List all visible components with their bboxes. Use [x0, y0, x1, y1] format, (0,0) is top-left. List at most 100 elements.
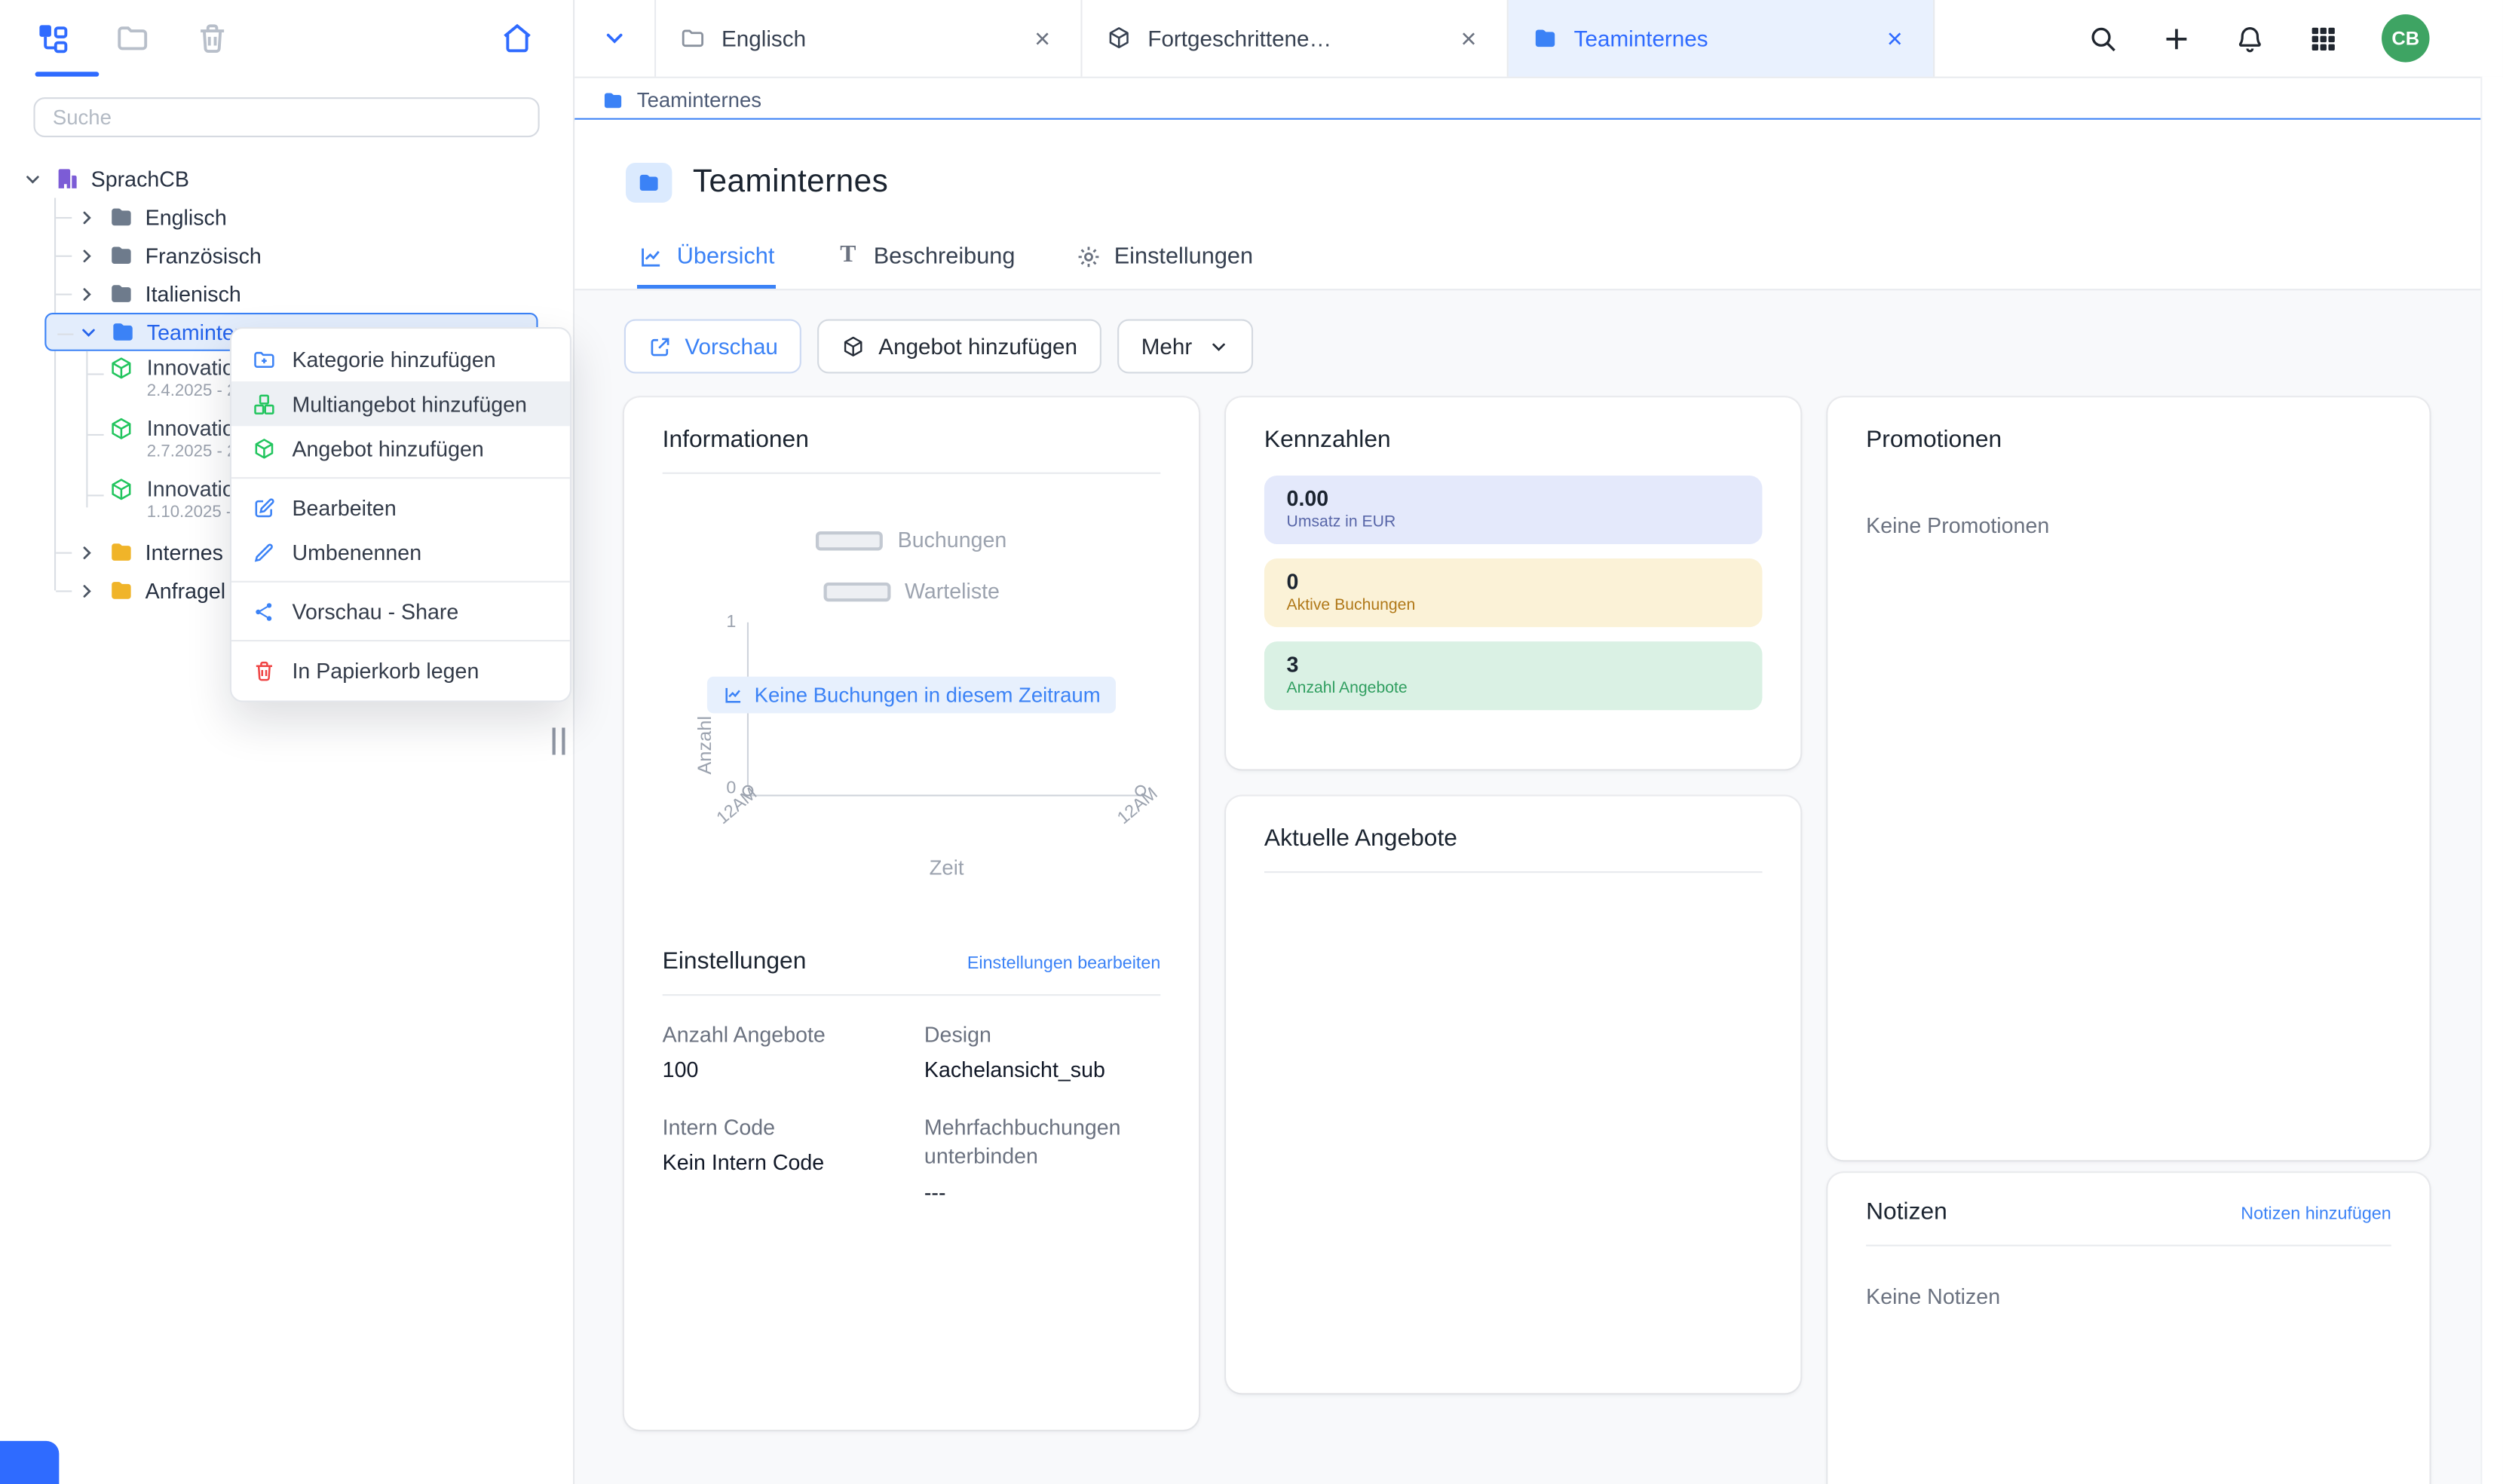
stat-value: 3 — [1287, 653, 1740, 677]
x-tick: 12AM — [713, 785, 761, 829]
vorschau-button[interactable]: Vorschau — [624, 319, 802, 373]
field: Anzahl Angebote 100 — [663, 1021, 899, 1082]
trash-icon[interactable] — [195, 21, 230, 57]
tree-item-italienisch[interactable]: Italienisch — [44, 274, 553, 313]
chevron-right-icon[interactable] — [77, 542, 98, 563]
menu-item-label: Umbenennen — [292, 540, 421, 565]
apps-grid-icon[interactable] — [2308, 23, 2339, 54]
button-label: Mehr — [1141, 334, 1193, 360]
stat-label: Aktive Buchungen — [1287, 597, 1740, 614]
sidebar-toolbar — [0, 0, 573, 77]
legend-item[interactable]: Buchungen — [816, 528, 1007, 552]
tab-englisch[interactable]: Englisch × — [656, 0, 1082, 77]
menu-item-multiangebot-hinzufuegen[interactable]: Multiangebot hinzufügen — [231, 381, 570, 426]
chevron-right-icon[interactable] — [77, 283, 98, 304]
chevron-right-icon[interactable] — [77, 207, 98, 228]
active-tool-underline — [35, 72, 100, 76]
field-value: 100 — [663, 1058, 899, 1082]
menu-divider — [231, 477, 570, 479]
bell-icon[interactable] — [2235, 23, 2265, 54]
page-folder-icon — [626, 163, 672, 203]
chevron-down-icon[interactable] — [23, 168, 44, 189]
page-tabs: Übersicht T Beschreibung Einstellungen — [574, 222, 2503, 289]
share-icon — [253, 599, 277, 623]
context-menu: Kategorie hinzufügen Multiangebot hinzuf… — [230, 327, 571, 702]
cube-icon — [842, 335, 866, 359]
divider — [1264, 871, 1763, 873]
home-icon[interactable] — [500, 21, 535, 57]
card-notizen: Notizen Notizen hinzufügen Keine Notizen — [1827, 1173, 2429, 1483]
offer-text: Innovatio 2.4.2025 - 2 — [147, 356, 237, 402]
button-label: Vorschau — [685, 334, 778, 360]
folder-icon — [109, 281, 134, 307]
external-link-icon — [648, 335, 672, 359]
x-axis-label: Zeit — [747, 855, 1146, 880]
cube-icon — [1106, 26, 1132, 51]
tab-list-dropdown[interactable] — [574, 0, 656, 77]
search-icon[interactable] — [2088, 23, 2118, 54]
chevron-right-icon[interactable] — [77, 245, 98, 266]
tree-view-icon[interactable] — [35, 21, 71, 57]
document-tabbar: Englisch × Fortgeschrittene… × Teaminter… — [574, 0, 2503, 78]
menu-item-umbenennen[interactable]: Umbenennen — [231, 530, 570, 574]
tab-beschreibung[interactable]: T Beschreibung — [834, 228, 1017, 289]
card-title: Aktuelle Angebote — [1264, 825, 1763, 852]
text-icon: T — [835, 243, 861, 270]
breadcrumb: Teaminternes — [574, 78, 2503, 121]
menu-item-angebot-hinzufuegen[interactable]: Angebot hinzufügen — [231, 426, 570, 470]
scrollbar-track[interactable] — [2480, 77, 2503, 1484]
angebot-hinzufuegen-button[interactable]: Angebot hinzufügen — [818, 319, 1101, 373]
folder-icon — [109, 540, 134, 565]
multi-cube-icon — [253, 392, 277, 416]
tree-item-englisch[interactable]: Englisch — [44, 198, 553, 237]
chart-legend: Buchungen Warteliste — [663, 528, 1161, 604]
offer-label: Innovatio — [147, 417, 237, 442]
menu-item-papierkorb[interactable]: In Papierkorb legen — [231, 648, 570, 693]
main-area: Englisch × Fortgeschrittene… × Teaminter… — [574, 0, 2503, 1483]
notizen-hinzufuegen-link[interactable]: Notizen hinzufügen — [2241, 1205, 2391, 1224]
mehr-button[interactable]: Mehr — [1117, 319, 1253, 373]
avatar[interactable]: CB — [2382, 14, 2430, 63]
sidebar-resize-handle[interactable] — [553, 727, 565, 754]
einstellungen-bearbeiten-link[interactable]: Einstellungen bearbeiten — [967, 954, 1160, 973]
folder-icon — [680, 26, 706, 51]
close-icon[interactable]: × — [1880, 22, 1909, 55]
plus-icon[interactable] — [2161, 23, 2192, 54]
y-axis-label: Anzahl — [694, 716, 716, 775]
card-title: Informationen — [663, 426, 1161, 453]
y-tick: 1 — [726, 613, 736, 632]
stat-label: Anzahl Angebote — [1287, 680, 1740, 697]
tree-item-franzoesisch[interactable]: Französisch — [44, 236, 553, 274]
breadcrumb-label[interactable]: Teaminternes — [637, 87, 761, 112]
chart-icon — [639, 243, 664, 269]
search-input[interactable] — [33, 97, 539, 137]
close-icon[interactable]: × — [1454, 22, 1483, 55]
offer-label: Innovatio — [147, 356, 237, 381]
tab-uebersicht[interactable]: Übersicht — [637, 228, 777, 289]
tab-label: Teaminternes — [1574, 26, 1708, 51]
chevron-down-icon[interactable] — [78, 322, 100, 343]
empty-text: Keine Promotionen — [1866, 514, 2391, 538]
chevron-right-icon[interactable] — [77, 580, 98, 601]
legend-item[interactable]: Warteliste — [823, 580, 1000, 604]
menu-item-label: In Papierkorb legen — [292, 658, 479, 682]
close-icon[interactable]: × — [1028, 22, 1057, 55]
field-label: Mehrfachbuchungen unterbinden — [924, 1114, 1160, 1172]
bottom-left-widget[interactable] — [0, 1441, 59, 1484]
tree-item-root[interactable]: SprachCB — [23, 160, 554, 198]
menu-item-bearbeiten[interactable]: Bearbeiten — [231, 485, 570, 530]
tree-item-label: Anfragel — [146, 579, 225, 603]
field-value: Kachelansicht_sub — [924, 1058, 1160, 1082]
menu-item-kategorie-hinzufuegen[interactable]: Kategorie hinzufügen — [231, 337, 570, 381]
tab-teaminternes[interactable]: Teaminternes × — [1509, 0, 1935, 77]
menu-item-vorschau-share[interactable]: Vorschau - Share — [231, 589, 570, 633]
card-title: Kennzahlen — [1264, 426, 1763, 453]
folder-icon[interactable] — [115, 21, 150, 57]
legend-swatch — [823, 582, 890, 601]
tab-einstellungen[interactable]: Einstellungen — [1074, 228, 1255, 289]
legend-label: Buchungen — [898, 528, 1007, 552]
offer-text: Innovatio 2.7.2025 - 2 — [147, 417, 237, 463]
tab-fortgeschrittene[interactable]: Fortgeschrittene… × — [1083, 0, 1509, 77]
folder-icon — [110, 319, 136, 344]
tree-item-label: Internes — [146, 540, 223, 565]
